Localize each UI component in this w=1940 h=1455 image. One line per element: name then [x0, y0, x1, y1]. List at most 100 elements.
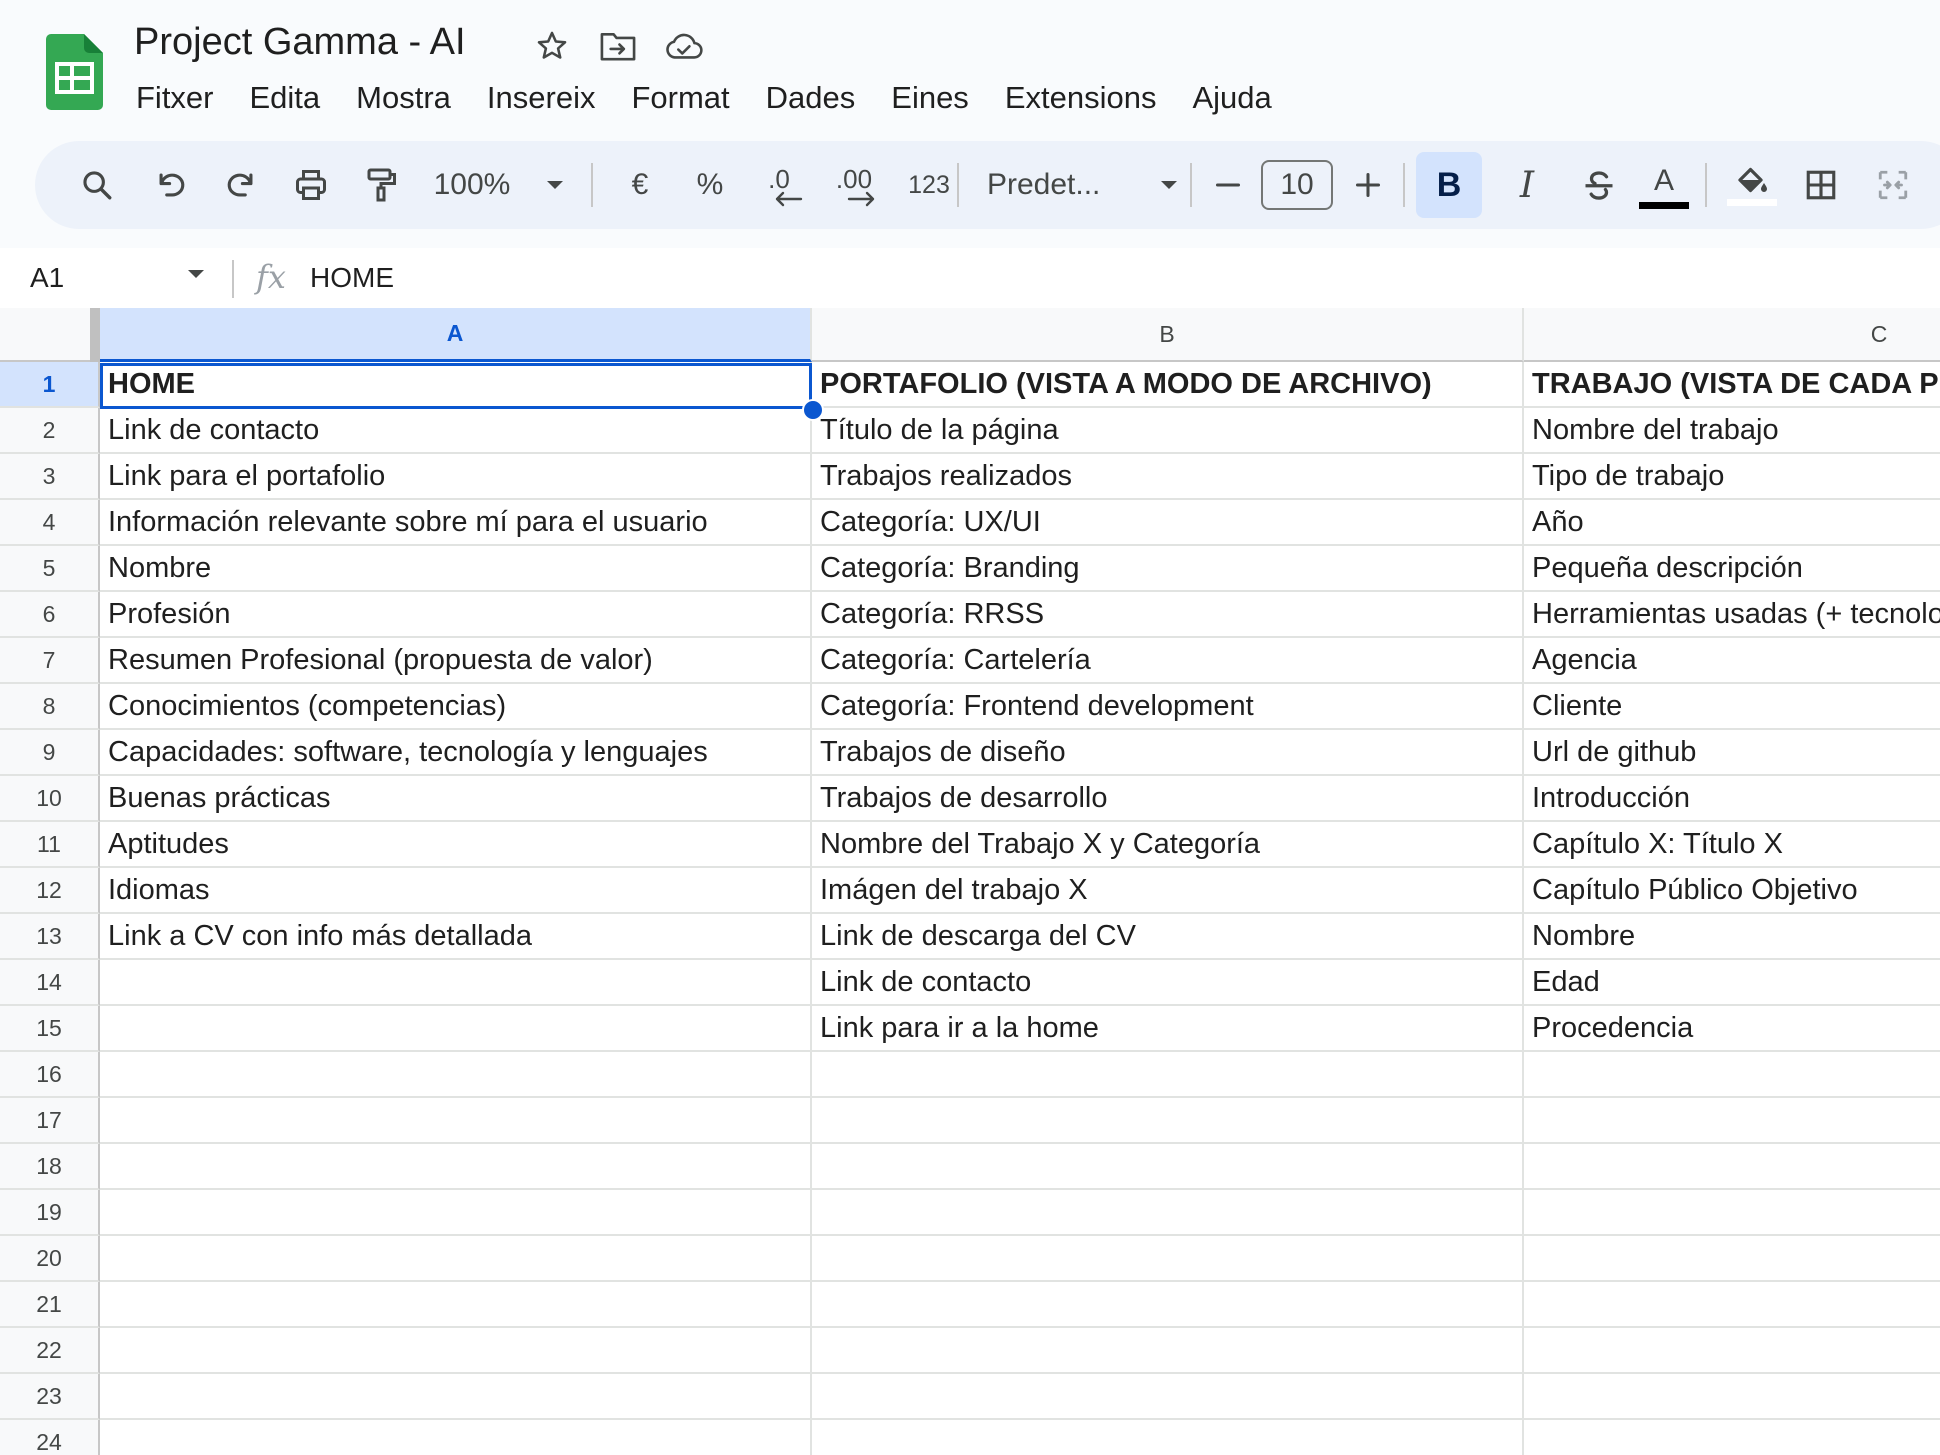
menu-format[interactable]: Format	[613, 80, 747, 116]
menu-eines[interactable]: Eines	[873, 80, 987, 116]
cell-a8[interactable]: Conocimientos (competencias)	[100, 684, 812, 730]
row-header-16[interactable]: 16	[0, 1052, 100, 1098]
move-to-folder-icon[interactable]	[596, 26, 640, 66]
undo-icon[interactable]	[143, 141, 199, 229]
font-size-input[interactable]: 10	[1261, 160, 1333, 210]
cell-c23[interactable]	[1524, 1374, 1940, 1420]
row-header-2[interactable]: 2	[0, 408, 100, 454]
menu-edita[interactable]: Edita	[232, 80, 339, 116]
cell-c24[interactable]	[1524, 1420, 1940, 1455]
cell-b15[interactable]: Link para ir a la home	[812, 1006, 1524, 1052]
cell-c9[interactable]: Url de github	[1524, 730, 1940, 776]
row-header-7[interactable]: 7	[0, 638, 100, 684]
cell-c10[interactable]: Introducción	[1524, 776, 1940, 822]
menu-dades[interactable]: Dades	[748, 80, 874, 116]
cell-c14[interactable]: Edad	[1524, 960, 1940, 1006]
bold-button[interactable]: B	[1416, 152, 1482, 218]
cell-a23[interactable]	[100, 1374, 812, 1420]
row-header-13[interactable]: 13	[0, 914, 100, 960]
cell-b16[interactable]	[812, 1052, 1524, 1098]
cell-c7[interactable]: Agencia	[1524, 638, 1940, 684]
cell-a21[interactable]	[100, 1282, 812, 1328]
paint-format-icon[interactable]	[353, 141, 409, 229]
row-header-3[interactable]: 3	[0, 454, 100, 500]
menu-mostra[interactable]: Mostra	[338, 80, 469, 116]
cell-a10[interactable]: Buenas prácticas	[100, 776, 812, 822]
cell-b7[interactable]: Categoría: Cartelería	[812, 638, 1524, 684]
formula-input[interactable]: HOME	[310, 262, 394, 294]
row-header-17[interactable]: 17	[0, 1098, 100, 1144]
cell-c12[interactable]: Capítulo Público Objetivo	[1524, 868, 1940, 914]
minus-icon[interactable]	[1205, 141, 1251, 229]
cell-b6[interactable]: Categoría: RRSS	[812, 592, 1524, 638]
document-title[interactable]: Project Gamma - AI	[134, 18, 466, 66]
cell-a22[interactable]	[100, 1328, 812, 1374]
cloud-saved-icon[interactable]	[662, 26, 706, 66]
text-color-icon[interactable]: A	[1633, 141, 1695, 229]
row-header-5[interactable]: 5	[0, 546, 100, 592]
cell-b17[interactable]	[812, 1098, 1524, 1144]
cell-c6[interactable]: Herramientas usadas (+ tecnolo	[1524, 592, 1940, 638]
row-header-1[interactable]: 1	[0, 362, 100, 408]
cell-a19[interactable]	[100, 1190, 812, 1236]
row-header-24[interactable]: 24	[0, 1420, 100, 1455]
cell-b1[interactable]: PORTAFOLIO (VISTA A MODO DE ARCHIVO)	[812, 362, 1524, 408]
cell-a16[interactable]	[100, 1052, 812, 1098]
star-icon[interactable]	[530, 26, 574, 66]
cell-a17[interactable]	[100, 1098, 812, 1144]
menu-ajuda[interactable]: Ajuda	[1174, 80, 1289, 116]
fill-handle[interactable]	[802, 399, 824, 421]
cell-c17[interactable]	[1524, 1098, 1940, 1144]
cell-b3[interactable]: Trabajos realizados	[812, 454, 1524, 500]
row-header-14[interactable]: 14	[0, 960, 100, 1006]
cell-c15[interactable]: Procedencia	[1524, 1006, 1940, 1052]
cell-b20[interactable]	[812, 1236, 1524, 1282]
cell-a24[interactable]	[100, 1420, 812, 1455]
cell-b2[interactable]: Título de la página	[812, 408, 1524, 454]
search-icon[interactable]	[69, 141, 125, 229]
cell-b8[interactable]: Categoría: Frontend development	[812, 684, 1524, 730]
row-header-18[interactable]: 18	[0, 1144, 100, 1190]
cell-b21[interactable]	[812, 1282, 1524, 1328]
cell-c4[interactable]: Año	[1524, 500, 1940, 546]
menu-extensions[interactable]: Extensions	[987, 80, 1175, 116]
print-icon[interactable]	[283, 141, 339, 229]
row-header-21[interactable]: 21	[0, 1282, 100, 1328]
font-select[interactable]: Predet...	[987, 141, 1147, 229]
row-header-6[interactable]: 6	[0, 592, 100, 638]
cell-a7[interactable]: Resumen Profesional (propuesta de valor)	[100, 638, 812, 684]
cell-c21[interactable]	[1524, 1282, 1940, 1328]
cell-b13[interactable]: Link de descarga del CV	[812, 914, 1524, 960]
menu-insereix[interactable]: Insereix	[469, 80, 614, 116]
cell-a3[interactable]: Link para el portafolio	[100, 454, 812, 500]
strikethrough-icon[interactable]	[1571, 141, 1627, 229]
row-header-23[interactable]: 23	[0, 1374, 100, 1420]
cell-a2[interactable]: Link de contacto	[100, 408, 812, 454]
cell-b24[interactable]	[812, 1420, 1524, 1455]
cell-b10[interactable]: Trabajos de desarrollo	[812, 776, 1524, 822]
plus-icon[interactable]	[1345, 141, 1391, 229]
name-box[interactable]: A1	[30, 262, 64, 294]
font-dropdown-icon[interactable]	[1149, 141, 1189, 229]
cell-b9[interactable]: Trabajos de diseño	[812, 730, 1524, 776]
cell-b22[interactable]	[812, 1328, 1524, 1374]
cell-a18[interactable]	[100, 1144, 812, 1190]
cell-c13[interactable]: Nombre	[1524, 914, 1940, 960]
number-format-button[interactable]: 123	[893, 141, 965, 229]
cell-b23[interactable]	[812, 1374, 1524, 1420]
row-header-9[interactable]: 9	[0, 730, 100, 776]
cell-a15[interactable]	[100, 1006, 812, 1052]
cell-a5[interactable]: Nombre	[100, 546, 812, 592]
row-header-20[interactable]: 20	[0, 1236, 100, 1282]
cell-a11[interactable]: Aptitudes	[100, 822, 812, 868]
cell-c2[interactable]: Nombre del trabajo	[1524, 408, 1940, 454]
cell-b19[interactable]	[812, 1190, 1524, 1236]
cell-c19[interactable]	[1524, 1190, 1940, 1236]
cell-c20[interactable]	[1524, 1236, 1940, 1282]
row-header-19[interactable]: 19	[0, 1190, 100, 1236]
row-header-8[interactable]: 8	[0, 684, 100, 730]
column-header-b[interactable]: B	[812, 308, 1524, 362]
cell-c3[interactable]: Tipo de trabajo	[1524, 454, 1940, 500]
row-header-22[interactable]: 22	[0, 1328, 100, 1374]
currency-format-button[interactable]: €	[615, 141, 665, 229]
